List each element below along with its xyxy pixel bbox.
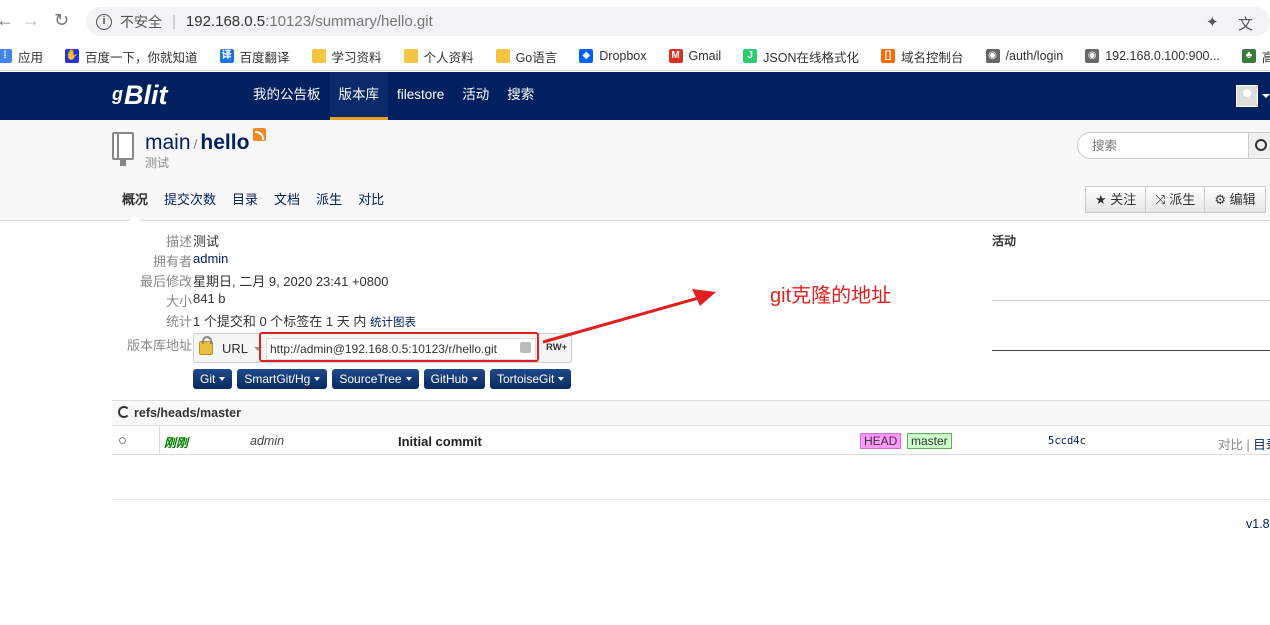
activity-title: 活动: [992, 234, 1017, 248]
commit-date: 刚刚: [164, 436, 189, 450]
branch-ref-link[interactable]: refs/heads/master: [134, 406, 241, 420]
commit-icon: [119, 437, 126, 444]
compare-link[interactable]: 对比: [1218, 438, 1243, 452]
column-divider: [159, 426, 160, 454]
commit-author[interactable]: admin: [250, 434, 284, 448]
commit-links: 对比 | 目录: [1218, 434, 1270, 453]
version-label: v1.8: [1246, 517, 1270, 531]
commit-hash[interactable]: 5ccd4c: [1048, 435, 1086, 447]
branch-badge[interactable]: master: [907, 433, 952, 449]
commit-message[interactable]: Initial commit: [398, 434, 482, 449]
activity-divider: [992, 300, 1270, 301]
annotation-text: git克隆的地址: [770, 285, 892, 307]
head-badge[interactable]: HEAD: [860, 433, 902, 449]
footer-divider: [112, 499, 1270, 500]
tree-link[interactable]: 目录: [1253, 438, 1270, 452]
refs-header: refs/heads/master: [112, 400, 1270, 426]
annotation-arrow: [542, 289, 716, 344]
table-row: 刚刚 admin Initial commit HEAD master 5ccd…: [112, 426, 1270, 455]
refresh-icon: [118, 406, 130, 418]
activity-chart-baseline: [992, 350, 1270, 351]
